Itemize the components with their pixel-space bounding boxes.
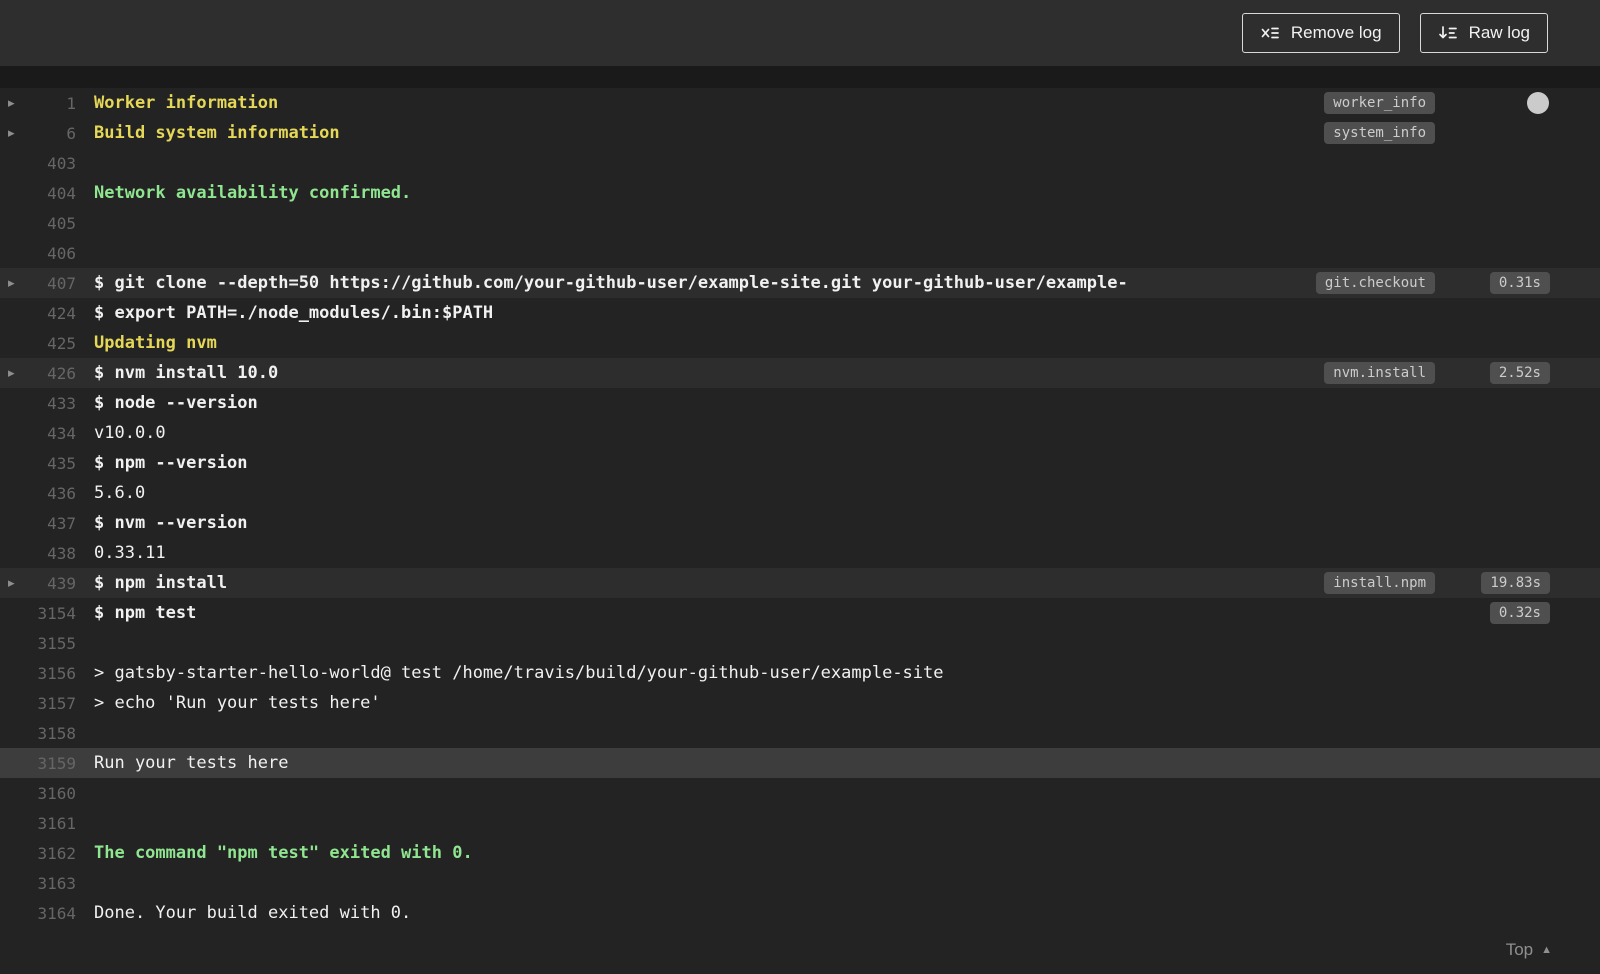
line-number[interactable]: 3163: [0, 874, 76, 893]
build-log: ▶ 1 Worker information worker_info ▶ 6 B…: [0, 88, 1600, 974]
line-number[interactable]: 3156: [0, 664, 76, 683]
log-line: 3154 $ npm test 0.32s: [0, 598, 1600, 628]
fold-arrow-icon[interactable]: ▶: [8, 98, 15, 109]
log-line: 425 Updating nvm: [0, 328, 1600, 358]
fold-arrow-icon[interactable]: ▶: [8, 368, 15, 379]
line-number[interactable]: 3155: [0, 634, 76, 653]
log-line: 3156 > gatsby-starter-hello-world@ test …: [0, 658, 1600, 688]
log-line: 405: [0, 208, 1600, 238]
back-to-top-link[interactable]: Top ▲: [1506, 940, 1552, 960]
line-number[interactable]: 425: [0, 334, 76, 353]
line-number[interactable]: 3154: [0, 604, 76, 623]
log-text: $ nvm install 10.0: [94, 363, 279, 383]
remove-log-icon: [1260, 24, 1280, 42]
log-text: The command "npm test" exited with 0.: [94, 843, 473, 863]
remove-log-label: Remove log: [1290, 23, 1382, 42]
log-text: $ node --version: [94, 393, 258, 413]
line-number[interactable]: 437: [0, 514, 76, 533]
log-text: $ nvm --version: [94, 513, 248, 533]
log-text: > echo 'Run your tests here': [94, 693, 381, 713]
log-text: > gatsby-starter-hello-world@ test /home…: [94, 663, 944, 683]
fold-tag-badge: worker_info: [1324, 92, 1435, 114]
log-text: Network availability confirmed.: [94, 183, 412, 203]
duration-badge: 19.83s: [1481, 572, 1550, 594]
log-line-highlighted: 3159 Run your tests here: [0, 748, 1600, 778]
log-line: 437 $ nvm --version: [0, 508, 1600, 538]
log-toolbar: Remove log Raw log: [0, 0, 1600, 66]
duration-badge: 0.31s: [1489, 272, 1550, 294]
log-text: Done. Your build exited with 0.: [94, 903, 412, 923]
log-line: 3160: [0, 778, 1600, 808]
log-line: ▶ 1 Worker information worker_info: [0, 88, 1600, 118]
log-line: 435 $ npm --version: [0, 448, 1600, 478]
log-text: $ git clone --depth=50 https://github.co…: [94, 273, 1128, 293]
line-number[interactable]: 3160: [0, 784, 76, 803]
raw-log-icon: [1438, 24, 1458, 42]
log-line: 404 Network availability confirmed.: [0, 178, 1600, 208]
fold-arrow-icon[interactable]: ▶: [8, 128, 15, 139]
fold-arrow-icon[interactable]: ▶: [8, 278, 15, 289]
line-number[interactable]: 438: [0, 544, 76, 563]
log-line: 3163: [0, 868, 1600, 898]
log-line: 3164 Done. Your build exited with 0.: [0, 898, 1600, 928]
log-line: 436 5.6.0: [0, 478, 1600, 508]
line-number[interactable]: 436: [0, 484, 76, 503]
log-line: ▶ 426 $ nvm install 10.0 nvm.install 2.5…: [0, 358, 1600, 388]
log-line: 3162 The command "npm test" exited with …: [0, 838, 1600, 868]
fold-tag-badge: git.checkout: [1315, 272, 1435, 294]
log-text: 5.6.0: [94, 483, 146, 503]
log-line: ▶ 6 Build system information system_info: [0, 118, 1600, 148]
remove-log-button[interactable]: Remove log: [1241, 13, 1400, 53]
log-text: 0.33.11: [94, 543, 166, 563]
line-number[interactable]: 405: [0, 214, 76, 233]
log-text: $ npm --version: [94, 453, 248, 473]
log-line: 438 0.33.11: [0, 538, 1600, 568]
raw-log-label: Raw log: [1468, 23, 1530, 42]
line-number[interactable]: 403: [0, 154, 76, 173]
log-line: 433 $ node --version: [0, 388, 1600, 418]
log-line: 424 $ export PATH=./node_modules/.bin:$P…: [0, 298, 1600, 328]
back-to-top-label: Top: [1505, 940, 1534, 959]
line-number[interactable]: 3158: [0, 724, 76, 743]
line-number[interactable]: 433: [0, 394, 76, 413]
log-text: Run your tests here: [94, 753, 289, 773]
line-number[interactable]: 434: [0, 424, 76, 443]
log-text: Worker information: [94, 93, 279, 113]
line-number[interactable]: 3161: [0, 814, 76, 833]
line-number[interactable]: 406: [0, 244, 76, 263]
line-number[interactable]: 3159: [0, 754, 76, 773]
log-text: $ npm install: [94, 573, 228, 593]
fold-tag-badge: system_info: [1324, 122, 1435, 144]
log-text: v10.0.0: [94, 423, 166, 443]
log-line: 3155: [0, 628, 1600, 658]
log-line: 3158: [0, 718, 1600, 748]
duration-badge: 0.32s: [1489, 602, 1550, 624]
chevron-up-icon: ▲: [1541, 943, 1552, 956]
line-number[interactable]: 3164: [0, 904, 76, 923]
log-line: 434 v10.0.0: [0, 418, 1600, 448]
raw-log-button[interactable]: Raw log: [1419, 13, 1548, 53]
line-number[interactable]: 435: [0, 454, 76, 473]
scroll-indicator-dot[interactable]: [1527, 92, 1549, 114]
line-number[interactable]: 424: [0, 304, 76, 323]
fold-tag-badge: nvm.install: [1324, 362, 1435, 384]
log-line: ▶ 439 $ npm install install.npm 19.83s: [0, 568, 1600, 598]
duration-badge: 2.52s: [1489, 362, 1550, 384]
log-text: $ npm test: [94, 603, 197, 623]
log-line: 403: [0, 148, 1600, 178]
line-number[interactable]: 404: [0, 184, 76, 203]
log-text: Updating nvm: [94, 333, 217, 353]
log-line: ▶ 407 $ git clone --depth=50 https://git…: [0, 268, 1600, 298]
fold-arrow-icon[interactable]: ▶: [8, 578, 15, 589]
line-number[interactable]: 3157: [0, 694, 76, 713]
fold-tag-badge: install.npm: [1324, 572, 1435, 594]
log-text: Build system information: [94, 123, 340, 143]
log-line: 3157 > echo 'Run your tests here': [0, 688, 1600, 718]
log-line: 406: [0, 238, 1600, 268]
log-text: $ export PATH=./node_modules/.bin:$PATH: [94, 303, 494, 323]
log-line: 3161: [0, 808, 1600, 838]
line-number[interactable]: 3162: [0, 844, 76, 863]
